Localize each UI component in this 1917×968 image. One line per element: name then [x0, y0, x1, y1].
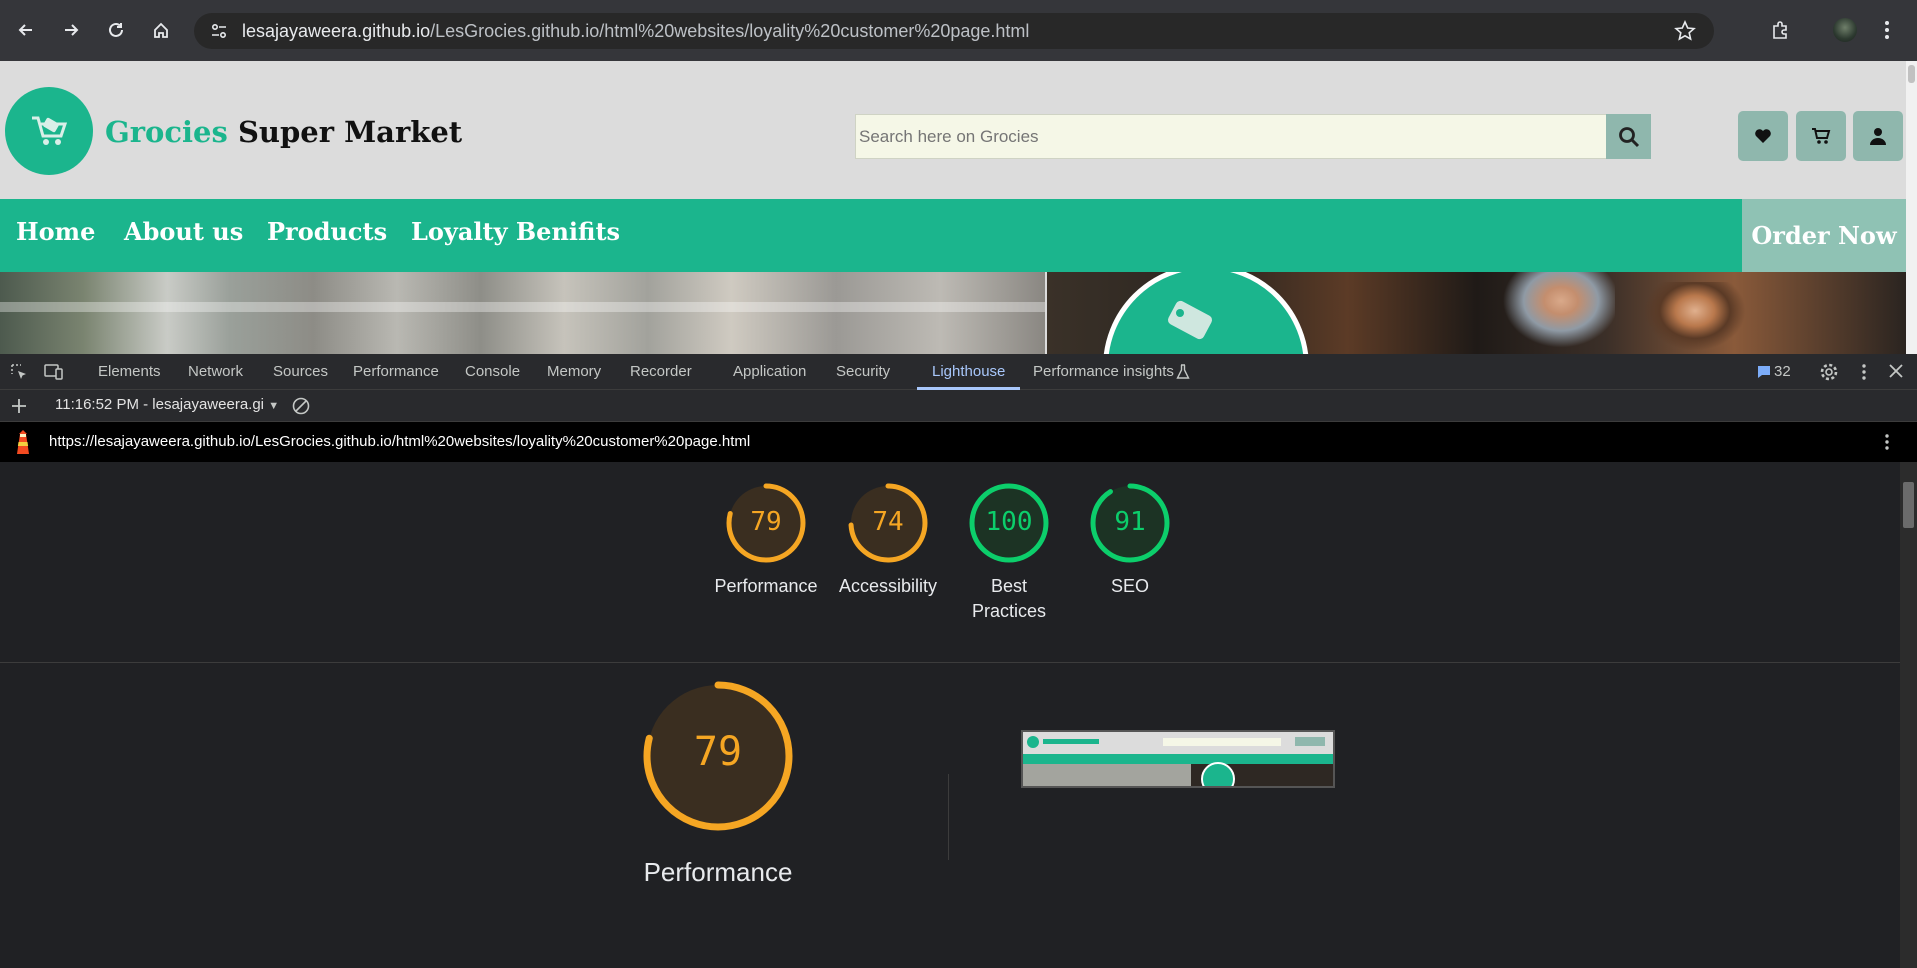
reload-icon[interactable]: [100, 14, 132, 46]
report-url-bar: https://lesajayaweera.github.io/LesGroci…: [0, 422, 1917, 462]
lighthouse-toolbar: 11:16:52 PM - lesajayaweera.gi ▼: [0, 390, 1917, 422]
main-score-gauge: 79 Performance: [618, 678, 818, 885]
section-divider: [0, 662, 1900, 663]
account-button[interactable]: [1853, 111, 1903, 161]
url-host: lesajayaweera.github.io: [242, 20, 431, 41]
tab-performance-insights[interactable]: Performance insights: [1033, 363, 1174, 380]
tab-sources[interactable]: Sources: [273, 363, 328, 380]
search-input[interactable]: [856, 126, 1606, 147]
settings-gear-icon[interactable]: [1819, 362, 1839, 382]
address-bar[interactable]: lesajayaweera.github.io/LesGrocies.githu…: [194, 13, 1714, 49]
score-gauge-accessibility[interactable]: 74 Accessibility: [828, 480, 948, 599]
flask-icon: [1176, 364, 1190, 380]
search-box: [855, 114, 1607, 159]
nav-products[interactable]: Products: [267, 217, 387, 246]
vertical-divider: [948, 774, 949, 860]
score-label: Best Practices: [971, 576, 1047, 621]
back-icon[interactable]: [10, 14, 42, 46]
score-value: 100: [985, 507, 1033, 537]
main-nav: Home About us Products Loyalty Benifits …: [0, 199, 1906, 272]
brand-name-dark: Super Market: [237, 115, 463, 149]
brand-name-green: Grocies: [105, 115, 228, 149]
nav-about-us[interactable]: About us: [124, 217, 243, 246]
search-button[interactable]: [1606, 114, 1651, 159]
report-select[interactable]: 11:16:52 PM - lesajayaweera.gi ▼: [55, 396, 279, 413]
issues-count[interactable]: 32: [1774, 363, 1791, 380]
extensions-icon[interactable]: [1764, 14, 1796, 46]
tab-lighthouse[interactable]: Lighthouse: [932, 363, 1005, 380]
devtools-panel: Elements Network Sources Performance Con…: [0, 354, 1917, 968]
lighthouse-logo-icon: [13, 428, 33, 456]
devtools-tab-bar: Elements Network Sources Performance Con…: [0, 354, 1917, 390]
cart-tag-icon: [32, 116, 68, 145]
url-path: /LesGrocies.github.io/html%20websites/lo…: [430, 20, 1030, 41]
tab-network[interactable]: Network: [188, 363, 243, 380]
cart-icon: [1812, 128, 1831, 144]
device-toolbar-icon[interactable]: [44, 363, 64, 381]
tab-elements[interactable]: Elements: [98, 363, 161, 380]
lighthouse-report: 79 Performance 74 Accessibility 100 Best…: [0, 462, 1900, 968]
home-icon[interactable]: [145, 14, 177, 46]
tab-memory[interactable]: Memory: [547, 363, 601, 380]
tab-security[interactable]: Security: [836, 363, 890, 380]
tab-application[interactable]: Application: [733, 363, 806, 380]
wishlist-button[interactable]: [1738, 111, 1788, 161]
order-now-button[interactable]: Order Now: [1742, 199, 1906, 272]
user-icon: [1870, 128, 1886, 145]
url-text: lesajayaweera.github.io/LesGrocies.githu…: [242, 21, 1029, 42]
search-icon: [1618, 126, 1639, 147]
website-viewport: Grocies Super Market Home About us Produ…: [0, 61, 1906, 354]
report-url[interactable]: https://lesajayaweera.github.io/LesGroci…: [49, 433, 750, 450]
nav-home[interactable]: Home: [16, 217, 95, 246]
profile-avatar[interactable]: [1829, 14, 1861, 46]
score-label: SEO: [1110, 576, 1149, 596]
report-select-value: 11:16:52 PM - lesajayaweera.gi: [55, 396, 265, 413]
new-report-plus-icon[interactable]: [11, 398, 27, 414]
score-value: 79: [750, 507, 782, 537]
browser-toolbar: lesajayaweera.github.io/LesGrocies.githu…: [0, 0, 1917, 61]
devtools-menu-icon[interactable]: [1861, 363, 1867, 381]
menu-kebab-icon[interactable]: [1871, 14, 1903, 46]
issues-icon[interactable]: [1757, 365, 1771, 379]
tab-recorder[interactable]: Recorder: [630, 363, 692, 380]
tab-performance[interactable]: Performance: [353, 363, 439, 380]
dropdown-arrow-icon: ▼: [268, 400, 280, 412]
forward-icon[interactable]: [55, 14, 87, 46]
score-gauge-best-practices[interactable]: 100 Best Practices: [949, 480, 1069, 624]
report-scrollbar[interactable]: [1900, 462, 1917, 968]
score-label: Accessibility: [838, 576, 938, 596]
inspect-element-icon[interactable]: [10, 363, 28, 381]
score-gauge-seo[interactable]: 91 SEO: [1070, 480, 1190, 599]
score-gauge-performance[interactable]: 79 Performance: [706, 480, 826, 599]
hero-person: [1495, 272, 1615, 354]
score-label: Performance: [714, 576, 818, 596]
clear-reports-icon[interactable]: [292, 397, 310, 415]
nav-loyalty-benefits[interactable]: Loyalty Benifits: [411, 217, 620, 246]
cart-tag-icon: [1168, 300, 1212, 340]
site-info-icon[interactable]: [202, 17, 236, 45]
page-scrollbar[interactable]: [1906, 61, 1917, 354]
score-value: 91: [1114, 507, 1146, 537]
site-logo[interactable]: [5, 87, 93, 175]
page-screenshot-thumbnail[interactable]: [1021, 730, 1335, 788]
tab-console[interactable]: Console: [465, 363, 520, 380]
hero-person: [1640, 282, 1750, 354]
close-devtools-icon[interactable]: [1889, 364, 1903, 378]
score-value: 74: [872, 507, 904, 537]
cart-button[interactable]: [1796, 111, 1846, 161]
main-score-value: 79: [693, 729, 743, 775]
report-menu-icon[interactable]: [1884, 433, 1890, 451]
hero-image-shelves: [0, 272, 1045, 354]
bookmark-star-icon[interactable]: [1674, 20, 1696, 47]
heart-icon: [1755, 129, 1771, 143]
main-score-label: Performance: [643, 857, 793, 887]
hero-banner: [0, 272, 1906, 354]
brand-title: Grocies Super Market: [105, 115, 462, 149]
